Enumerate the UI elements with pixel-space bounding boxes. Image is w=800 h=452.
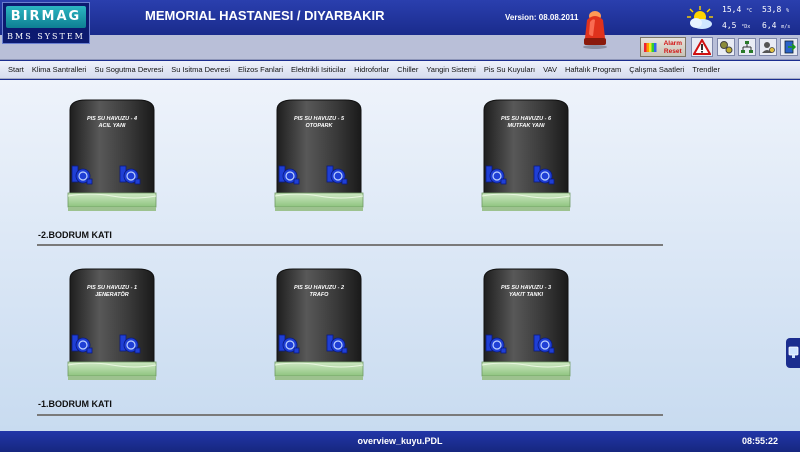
wind-readout: 6,4 m/s <box>762 21 791 30</box>
app-title: MEMORIAL HASTANESI / DIYARBAKIR <box>145 8 385 23</box>
tank-title: PIS SU HAVUZU - 6 <box>500 116 551 122</box>
third-readout: 4,5 °Dx <box>722 21 751 30</box>
menu-klima-santralleri[interactable]: Klima Santralleri <box>32 65 87 74</box>
menu-hidroforlar[interactable]: Hidroforlar <box>354 65 389 74</box>
network-button[interactable] <box>738 38 756 56</box>
warning-icon <box>693 39 711 55</box>
user-button[interactable] <box>759 38 777 56</box>
title-bar: MEMORIAL HASTANESI / DIYARBAKIR Version:… <box>0 0 800 35</box>
tank-title: PIS SU HAVUZU - 5 <box>293 116 344 122</box>
overview-canvas: PIS SU HAVUZU - 4 ACIL YANI PIS SU HAVUZ… <box>0 80 800 431</box>
alarm-beacon-icon[interactable] <box>580 8 610 50</box>
tank-title: PIS SU HAVUZU - 1 <box>86 285 137 291</box>
alarm-reset-line1: Alarm <box>663 40 682 47</box>
tank-location: ACIL YANI <box>98 123 126 129</box>
tank-pis-su-havuzu-4[interactable]: PIS SU HAVUZU - 4 ACIL YANI <box>66 98 158 228</box>
monitor-icon <box>788 346 799 358</box>
gears-icon <box>720 41 733 54</box>
user-gear-icon <box>762 42 775 53</box>
menu-su-sogutma-devresi[interactable]: Su Sogutma Devresi <box>94 65 163 74</box>
menu-su-isitma-devresi[interactable]: Su Isitma Devresi <box>171 65 230 74</box>
menu-elektrikli-isiticilar[interactable]: Elektrikli Isiticilar <box>291 65 346 74</box>
menu-haftalik-program[interactable]: Haftalık Program <box>565 65 621 74</box>
exit-door-icon <box>784 40 796 54</box>
tank-location: YAKIT TANKI <box>508 292 543 298</box>
section-divider <box>37 244 663 246</box>
menu-start[interactable]: Start <box>8 65 24 74</box>
menu-vav[interactable]: VAV <box>543 65 557 74</box>
tank-pis-su-havuzu-6[interactable]: PIS SU HAVUZU - 6 MUTFAK YANI <box>480 98 572 228</box>
tank-pis-su-havuzu-3[interactable]: PIS SU HAVUZU - 3 YAKIT TANKI <box>480 267 572 397</box>
network-icon <box>741 41 753 53</box>
sun-cloud-icon <box>686 5 714 31</box>
main-menu: Start Klima Santralleri Su Sogutma Devre… <box>0 61 800 79</box>
birmag-logo: BIRMAG BMS SYSTEM <box>2 2 90 44</box>
section-divider <box>37 414 663 416</box>
exit-button[interactable] <box>780 38 798 56</box>
toolbar: Alarm Reset <box>0 35 800 60</box>
tank-pis-su-havuzu-1[interactable]: PIS SU HAVUZU - 1 JENERATÖR <box>66 267 158 397</box>
tank-title: PIS SU HAVUZU - 4 <box>86 116 137 122</box>
rainbow-icon <box>644 43 657 52</box>
menu-calisma-saatleri[interactable]: Çalışma Saatleri <box>629 65 684 74</box>
status-bar: overview_kuyu.PDL 08:55:22 <box>0 431 800 452</box>
tank-title: PIS SU HAVUZU - 2 <box>293 285 344 291</box>
menu-trendler[interactable]: Trendler <box>692 65 720 74</box>
menu-elizos-fanlari[interactable]: Elizos Fanlari <box>238 65 283 74</box>
section-label-bodrum-2: -2.BODRUM KATI <box>38 230 112 240</box>
tank-location: JENERATÖR <box>95 292 129 298</box>
side-panel-handle[interactable] <box>786 338 800 368</box>
tank-location: OTOPARK <box>305 123 333 129</box>
menu-chiller[interactable]: Chiller <box>397 65 418 74</box>
tank-pis-su-havuzu-2[interactable]: PIS SU HAVUZU - 2 TRAFO <box>273 267 365 397</box>
status-clock: 08:55:22 <box>741 436 778 446</box>
humidity-readout: 53,8 % <box>762 5 790 14</box>
version-label: Version: 08.08.2011 <box>505 13 579 22</box>
logo-name: BIRMAG <box>6 6 86 28</box>
warning-button[interactable] <box>691 37 713 57</box>
menu-pis-su-kuyulari[interactable]: Pis Su Kuyuları <box>484 65 535 74</box>
logo-subtitle: BMS SYSTEM <box>7 32 85 41</box>
tank-location: TRAFO <box>309 292 329 298</box>
tank-location: MUTFAK YANI <box>507 123 545 129</box>
settings-button[interactable] <box>717 38 735 56</box>
tank-title: PIS SU HAVUZU - 3 <box>500 285 551 291</box>
temperature-readout: 15,4 °C <box>722 5 753 14</box>
menu-yangin-sistemi[interactable]: Yangin Sistemi <box>426 65 475 74</box>
section-label-bodrum-1: -1.BODRUM KATI <box>38 399 112 409</box>
status-file-name: overview_kuyu.PDL <box>357 436 443 446</box>
alarm-reset-button[interactable]: Alarm Reset <box>640 37 686 57</box>
alarm-reset-line2: Reset <box>663 48 682 55</box>
tank-pis-su-havuzu-5[interactable]: PIS SU HAVUZU - 5 OTOPARK <box>273 98 365 228</box>
